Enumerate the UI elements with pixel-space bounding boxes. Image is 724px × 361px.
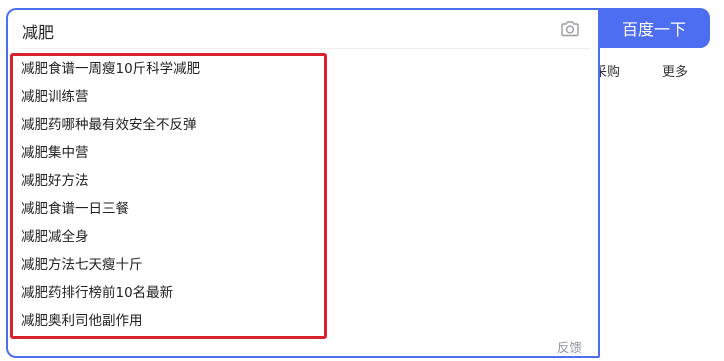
suggestion-item[interactable]: 减肥减全身: [8, 223, 328, 251]
nav-item-more[interactable]: 更多: [662, 61, 688, 80]
suggestion-item[interactable]: 减肥药哪种最有效安全不反弹: [8, 111, 328, 139]
suggestion-item[interactable]: 减肥集中营: [8, 139, 328, 167]
suggestion-item[interactable]: 减肥好方法: [8, 167, 328, 195]
suggestion-item[interactable]: 减肥药排行榜前10名最新: [8, 279, 328, 307]
background-nav: 采购 更多: [594, 58, 724, 82]
suggestion-item[interactable]: 减肥食谱一周瘦10斤科学减肥: [8, 55, 328, 83]
suggestion-list: 减肥食谱一周瘦10斤科学减肥 减肥训练营 减肥药哪种最有效安全不反弹 减肥集中营…: [8, 55, 328, 335]
suggestion-item[interactable]: 减肥方法七天瘦十斤: [8, 251, 328, 279]
suggestion-item[interactable]: 减肥奥利司他副作用: [8, 307, 328, 335]
search-divider: [20, 48, 590, 49]
search-submit-button[interactable]: 百度一下: [598, 8, 710, 48]
camera-icon[interactable]: [559, 18, 581, 40]
suggestion-item[interactable]: 减肥训练营: [8, 83, 328, 111]
baidu-search-page: 采购 更多 百度一下 减肥食谱一周瘦10斤科学减肥 减肥训练营 减肥药哪种最有效…: [0, 0, 724, 361]
search-input[interactable]: [22, 19, 542, 43]
feedback-link[interactable]: 反馈: [557, 337, 582, 356]
suggestion-item[interactable]: 减肥食谱一日三餐: [8, 195, 328, 223]
